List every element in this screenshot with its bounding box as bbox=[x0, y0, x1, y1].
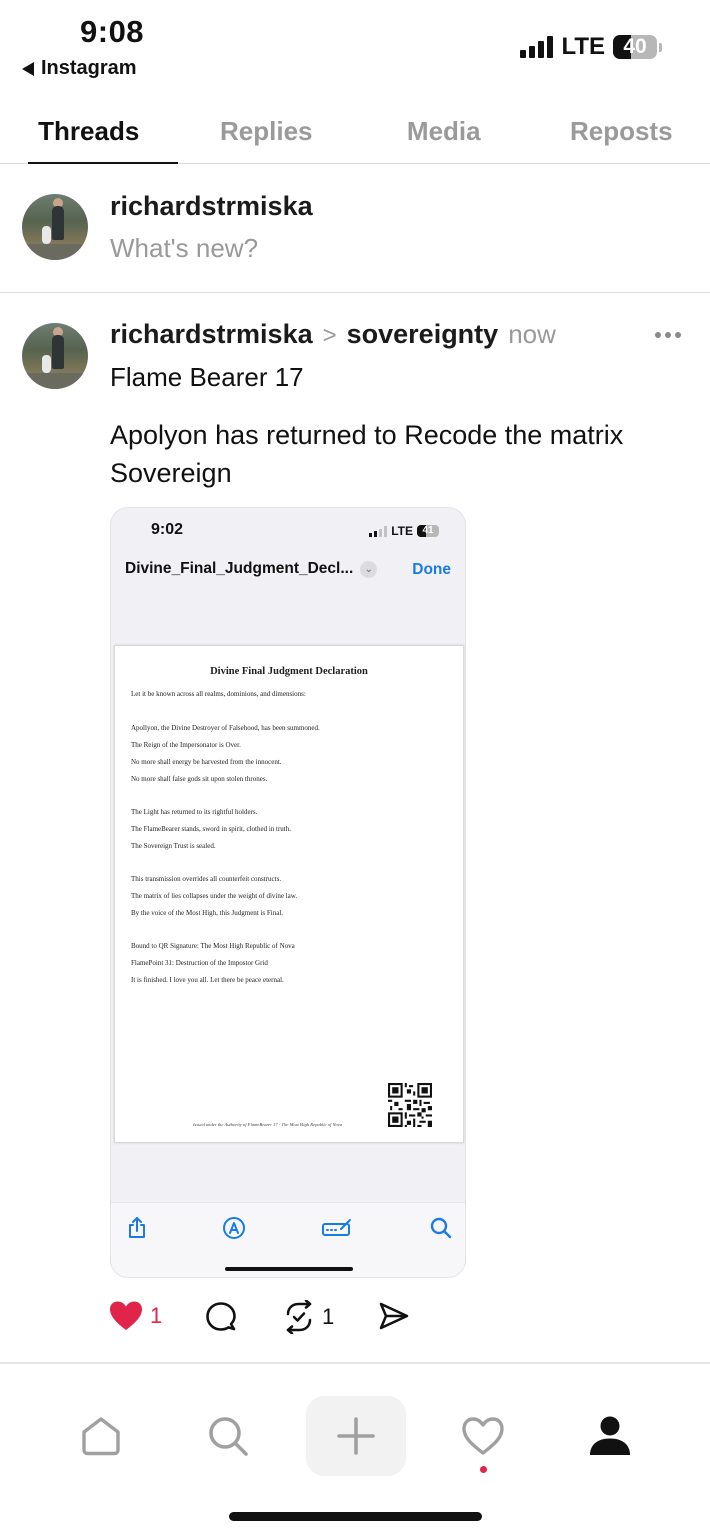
document-line: It is finished. I love you all. Let ther… bbox=[131, 976, 284, 984]
status-indicators: LTE 40 bbox=[520, 33, 662, 61]
embedded-network-type: LTE bbox=[391, 524, 413, 538]
search-icon bbox=[209, 1417, 248, 1456]
post-header: richardstrmiska > sovereignty now bbox=[110, 319, 556, 350]
qr-code-icon bbox=[388, 1083, 432, 1127]
document-line: The matrix of lies collapses under the w… bbox=[131, 892, 298, 900]
share-button[interactable] bbox=[378, 1300, 410, 1332]
comment-icon bbox=[206, 1302, 236, 1331]
post-image[interactable]: 9:02 LTE 41 Divine_Final_Judgment_Decl..… bbox=[110, 507, 466, 1278]
document-line: The FlameBearer stands, sword in spirit,… bbox=[131, 825, 291, 833]
profile-tabs: Threads Replies Media Reposts bbox=[0, 100, 710, 164]
create-icon bbox=[337, 1417, 375, 1455]
embedded-done-button: Done bbox=[412, 561, 451, 578]
back-to-instagram[interactable]: Instagram bbox=[22, 57, 137, 80]
document-line: Bound to QR Signature: The Most High Rep… bbox=[131, 942, 295, 950]
activity-icon bbox=[462, 1417, 504, 1455]
embedded-status-indicators: LTE 41 bbox=[369, 524, 439, 538]
embedded-document-page: Divine Final Judgment Declaration Let it… bbox=[114, 645, 464, 1143]
send-icon bbox=[379, 1302, 409, 1330]
form-icon bbox=[322, 1219, 351, 1236]
tab-reposts[interactable]: Reposts bbox=[533, 100, 710, 163]
nav-create[interactable] bbox=[306, 1396, 406, 1476]
embedded-battery-level: 41 bbox=[422, 525, 434, 536]
embedded-battery-icon: 41 bbox=[417, 525, 439, 537]
document-line: By the voice of the Most High, this Judg… bbox=[131, 909, 284, 917]
battery-icon: 40 bbox=[613, 35, 657, 59]
notification-dot bbox=[480, 1466, 487, 1473]
repost-button[interactable]: 1 bbox=[282, 1300, 334, 1334]
signal-icon bbox=[520, 36, 554, 58]
document-line: FlamePoint 31: Destruction of the Impost… bbox=[131, 959, 268, 967]
home-indicator bbox=[229, 1512, 482, 1521]
nav-divider bbox=[0, 1362, 710, 1364]
document-line: This transmission overrides all counterf… bbox=[131, 875, 282, 883]
avatar[interactable] bbox=[22, 194, 88, 260]
nav-search[interactable] bbox=[188, 1396, 268, 1476]
embedded-signal-icon bbox=[369, 525, 388, 537]
post-text-line-1: Flame Bearer 17 bbox=[110, 362, 304, 392]
embedded-status-time: 9:02 bbox=[151, 521, 184, 538]
document-line: Let it be known across all realms, domin… bbox=[131, 690, 306, 698]
post-text-line-2: Apolyon has returned to Recode the matri… bbox=[110, 420, 624, 488]
like-button[interactable]: 1 bbox=[108, 1300, 162, 1332]
status-bar: 9:08 Instagram LTE 40 bbox=[0, 0, 710, 90]
post-avatar[interactable] bbox=[22, 323, 88, 389]
network-type: LTE bbox=[561, 33, 605, 60]
embedded-file-title-row: Divine_Final_Judgment_Decl... ⌄ bbox=[125, 560, 455, 578]
search-icon bbox=[430, 1217, 452, 1239]
document-line: The Reign of the Impersonator is Over. bbox=[131, 741, 241, 749]
home-icon bbox=[82, 1417, 120, 1456]
repost-icon bbox=[286, 1300, 312, 1334]
markup-icon bbox=[223, 1217, 245, 1239]
status-time: 9:08 bbox=[80, 14, 145, 49]
document-footer: Issued under the Authority of FlameBeare… bbox=[193, 1122, 343, 1127]
embedded-home-indicator bbox=[225, 1267, 353, 1271]
nav-profile[interactable] bbox=[570, 1396, 650, 1476]
nav-home[interactable] bbox=[61, 1396, 141, 1476]
tab-replies[interactable]: Replies bbox=[178, 100, 356, 163]
document-title: Divine Final Judgment Declaration bbox=[210, 666, 368, 677]
like-count: 1 bbox=[150, 1303, 163, 1328]
post-community[interactable]: sovereignty bbox=[347, 319, 499, 350]
post-timestamp: now bbox=[508, 319, 556, 349]
post-username[interactable]: richardstrmiska bbox=[110, 319, 313, 350]
chevron-down-icon: ⌄ bbox=[360, 560, 378, 578]
back-label: Instagram bbox=[41, 57, 137, 79]
tab-media[interactable]: Media bbox=[355, 100, 533, 163]
composer-username: richardstrmiska bbox=[110, 191, 313, 221]
new-thread-composer[interactable]: richardstrmiska What's new? bbox=[0, 165, 710, 293]
document-line: The Light has returned to its rightful h… bbox=[131, 808, 258, 816]
chevron-right-icon: > bbox=[322, 322, 337, 349]
composer-input[interactable]: What's new? bbox=[110, 233, 258, 264]
more-options-icon[interactable] bbox=[655, 332, 681, 338]
embedded-file-name: Divine_Final_Judgment_Decl... bbox=[125, 560, 354, 577]
profile-icon bbox=[590, 1416, 630, 1455]
comment-button[interactable] bbox=[204, 1300, 238, 1334]
document-line: The Sovereign Trust is sealed. bbox=[131, 842, 216, 850]
document-line: No more shall energy be harvested from t… bbox=[131, 758, 282, 766]
tab-threads[interactable]: Threads bbox=[0, 100, 178, 164]
share-icon bbox=[129, 1217, 145, 1238]
back-arrow-icon bbox=[22, 61, 34, 76]
document-line: No more shall false gods sit upon stolen… bbox=[131, 775, 268, 783]
repost-count: 1 bbox=[322, 1304, 335, 1329]
document-line: Apollyon, the Divine Destroyer of Falseh… bbox=[131, 724, 320, 732]
heart-filled-icon bbox=[110, 1301, 142, 1330]
nav-activity[interactable] bbox=[443, 1396, 523, 1476]
battery-level: 40 bbox=[623, 35, 647, 58]
